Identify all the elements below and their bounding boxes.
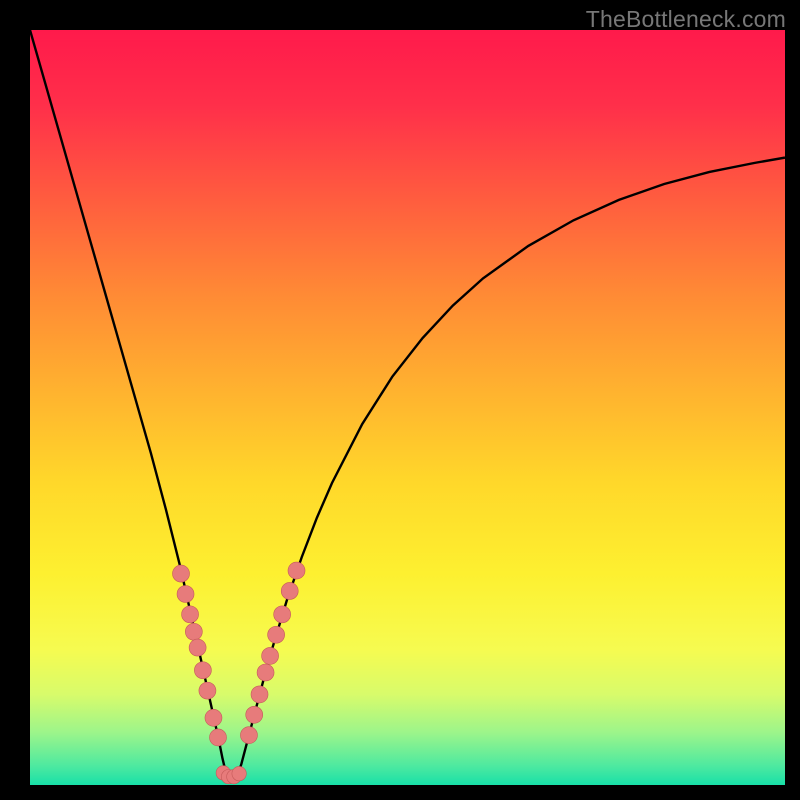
curve-marker-dot xyxy=(246,706,263,723)
curve-marker-dot xyxy=(240,727,257,744)
curve-marker-dot xyxy=(251,686,268,703)
watermark-text: TheBottleneck.com xyxy=(586,6,786,33)
curve-marker-dot xyxy=(199,682,216,699)
curve-marker-dot xyxy=(232,766,246,780)
curve-marker-dot xyxy=(173,565,190,582)
gradient-background xyxy=(30,30,785,785)
curve-marker-dot xyxy=(194,662,211,679)
curve-marker-dot xyxy=(189,639,206,656)
plot-area xyxy=(30,30,785,785)
bottleneck-chart xyxy=(30,30,785,785)
curve-marker-dot xyxy=(288,562,305,579)
curve-marker-dot xyxy=(210,729,227,746)
curve-marker-dot xyxy=(185,623,202,640)
curve-marker-dot xyxy=(205,709,222,726)
curve-marker-dot xyxy=(257,664,274,681)
curve-marker-dot xyxy=(262,647,279,664)
curve-marker-dot xyxy=(182,606,199,623)
curve-marker-dot xyxy=(177,585,194,602)
outer-frame: TheBottleneck.com xyxy=(0,0,800,800)
curve-marker-dot xyxy=(274,606,291,623)
curve-marker-dot xyxy=(281,582,298,599)
curve-marker-dot xyxy=(268,626,285,643)
